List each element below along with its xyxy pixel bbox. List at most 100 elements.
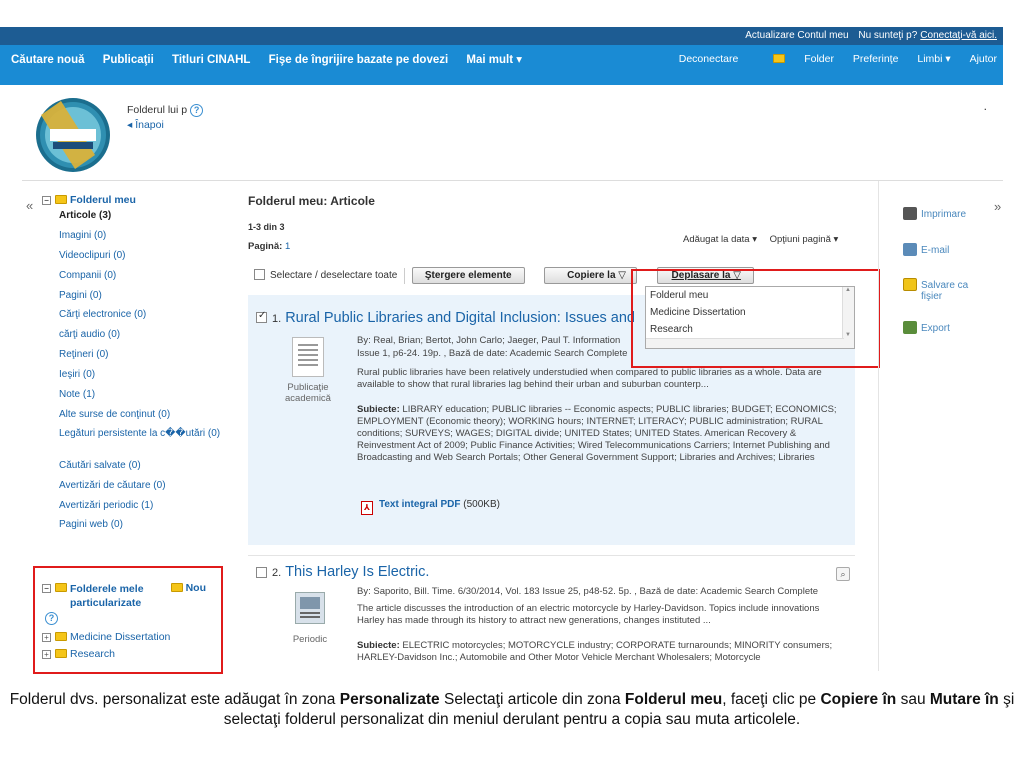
nav-evidence-care-sheets[interactable]: Fişe de îngrijire bazate pe dovezi [269,54,449,66]
save-label-line2: fişier [921,291,943,302]
top-utility-bar: Actualizare Contul meu Nu sunteţi p? Cone… [0,27,1003,45]
sidebar-item-web-pages[interactable]: Pagini web (0) [59,515,222,535]
sidebar-item-persistent-links[interactable]: Legături persistente la c��utări (0) [59,425,222,456]
sidebar-item-other-sources[interactable]: Alte surse de conţinut (0) [59,405,222,425]
print-tool[interactable]: Imprimare [903,207,966,220]
collapse-tree-icon[interactable]: − [42,196,51,205]
login-link[interactable]: Conectaţi-vă aici. [920,30,997,41]
new-folder-icon [170,583,183,592]
nav-new-search[interactable]: Căutare nouă [11,54,85,66]
subjects-label: Subiecte: [357,404,400,415]
save-disk-icon [903,278,917,291]
collapse-left-icon[interactable]: « [26,198,33,213]
sidebar-item-companies[interactable]: Companii (0) [59,266,222,286]
subjects-label: Subiecte: [357,640,400,651]
result-2-citation: By: Saporito, Bill. Time. 6/30/2014, Vol… [357,586,819,597]
result-2-title[interactable]: 2. This Harley Is Electric. [272,564,429,580]
custom-folders-heading[interactable]: − Folderele mele particularizate Nou [42,582,220,610]
sidebar-item-ebooks[interactable]: Cărţi electronice (0) [59,305,222,325]
my-folder-label: Folderul meu [70,194,136,206]
caption-text: sau [896,691,930,708]
my-folder-heading[interactable]: − Folderul meu [42,194,222,206]
sidebar-item-saved-searches[interactable]: Căutări salvate (0) [59,456,222,476]
caption-text: Folderul dvs. personalizat este adăugat … [9,691,340,708]
select-all-checkbox[interactable] [254,269,265,281]
folder-owner-label: Folderul lui p [127,104,188,116]
new-folder-label: Nou [185,582,206,594]
sidebar-item-holds[interactable]: Reţineri (0) [59,345,222,365]
result-1-checkbox[interactable] [256,310,267,323]
update-account-link[interactable]: Actualizare Contul meu [745,30,848,41]
custom-folder-research[interactable]: + Research [42,648,220,660]
result-number: 1. [272,313,282,325]
pdf-icon: ⅄ [361,501,373,515]
sidebar-item-images[interactable]: Imagini (0) [59,226,222,246]
page-number[interactable]: 1 [285,241,290,252]
print-label: Imprimare [921,209,967,220]
custom-folder-medicine[interactable]: + Medicine Dissertation [42,631,220,643]
copy-to-button[interactable]: Copiere la ▽ [544,267,637,284]
sidebar-item-checkouts[interactable]: Ieşiri (0) [59,365,222,385]
result-1-type: Publicaţie academică [285,382,331,404]
main-navigation: Căutare nouă Publicaţii Titluri CINAHL F… [0,45,1003,85]
collapse-right-icon[interactable]: » [994,199,1001,214]
help-icon[interactable]: ? [45,612,58,625]
page-options-dropdown[interactable]: Opţiuni pagină ▾ [770,234,839,245]
logout-link[interactable]: Deconectare [679,53,739,65]
result-2-checkbox[interactable] [256,567,267,578]
sidebar-item-articles[interactable]: Articole (3) [59,206,222,226]
custom-folders-label: Folderele mele particularizate [70,583,144,609]
sidebar-item-journal-alerts[interactable]: Avertizări periodic (1) [59,496,222,516]
nav-cinahl-titles[interactable]: Titluri CINAHL [172,54,250,66]
help-icon[interactable]: ? [190,104,204,117]
folder-icon [55,632,67,641]
collapse-tree-icon[interactable]: − [42,584,51,593]
printer-icon [903,207,917,220]
folder-owner-title: Folderul lui p? [127,104,204,117]
result-1-subjects: Subiecte: LIBRARY education; PUBLIC libr… [357,404,853,464]
preview-magnifier-icon[interactable]: ⌕ [836,567,850,581]
folder-link[interactable]: Folder [757,53,834,65]
ebsco-host-logo[interactable] [33,95,113,175]
back-link[interactable]: ◂ Înapoi [127,119,164,131]
nav-more[interactable]: Mai mult ▾ [466,54,522,66]
result-2-checkbox-wrap [256,567,272,579]
save-as-file-tool[interactable]: Salvare ca fişier [903,278,968,302]
custom-folder-label: Research [70,648,115,660]
languages-menu[interactable]: Limbi ▾ [917,53,950,65]
dropdown-highlight [631,269,880,368]
expand-tree-icon[interactable]: + [42,633,51,642]
delete-items-button[interactable]: Ştergere elemente [411,267,525,284]
nav-publications[interactable]: Publicaţii [103,54,154,66]
email-icon [903,243,917,256]
folder-link-label: Folder [804,53,834,65]
pdf-link-label: Text integral PDF [379,499,461,510]
email-tool[interactable]: E-mail [903,243,949,256]
sidebar-item-notes[interactable]: Note (1) [59,385,222,405]
account-links: Actualizare Contul meu Nu sunteţi p? Cone… [738,30,997,41]
folder-icon [55,649,67,658]
caption-bold: Folderul meu [624,691,723,708]
folder-icon [773,54,786,63]
caption-text: , faceţi clic pe [722,691,821,708]
pagination: Pagină: 1 [248,241,290,252]
result-2-subjects: Subiecte: ELECTRIC motorcycles; MOTORCYC… [357,640,847,664]
subjects-text: LIBRARY education; PUBLIC libraries -- E… [357,404,837,463]
header-divider [22,180,1003,181]
select-all-label: Selectare / deselectare toate [270,270,398,282]
sidebar-item-audiobooks[interactable]: cărţi audio (0) [59,325,222,345]
result-1-title[interactable]: 1. Rural Public Libraries and Digital Inc… [272,310,635,326]
sidebar-item-pages[interactable]: Pagini (0) [59,286,222,306]
new-folder-button[interactable]: Nou [170,582,206,594]
result-1-pdf-link[interactable]: ⅄ Text integral PDF (500KB) [361,499,500,515]
expand-tree-icon[interactable]: + [42,650,51,659]
sort-dropdown[interactable]: Adăugat la data ▾ [683,234,757,245]
result-count: 1-3 din 3 [248,222,285,232]
export-tool[interactable]: Export [903,321,950,334]
tools-column-divider [878,181,879,671]
header-dot: . [983,99,987,113]
preferences-link[interactable]: Preferinţe [853,53,899,65]
help-link[interactable]: Ajutor [970,53,997,65]
sidebar-item-search-alerts[interactable]: Avertizări de căutare (0) [59,476,222,496]
sidebar-item-videos[interactable]: Videoclipuri (0) [59,246,222,266]
